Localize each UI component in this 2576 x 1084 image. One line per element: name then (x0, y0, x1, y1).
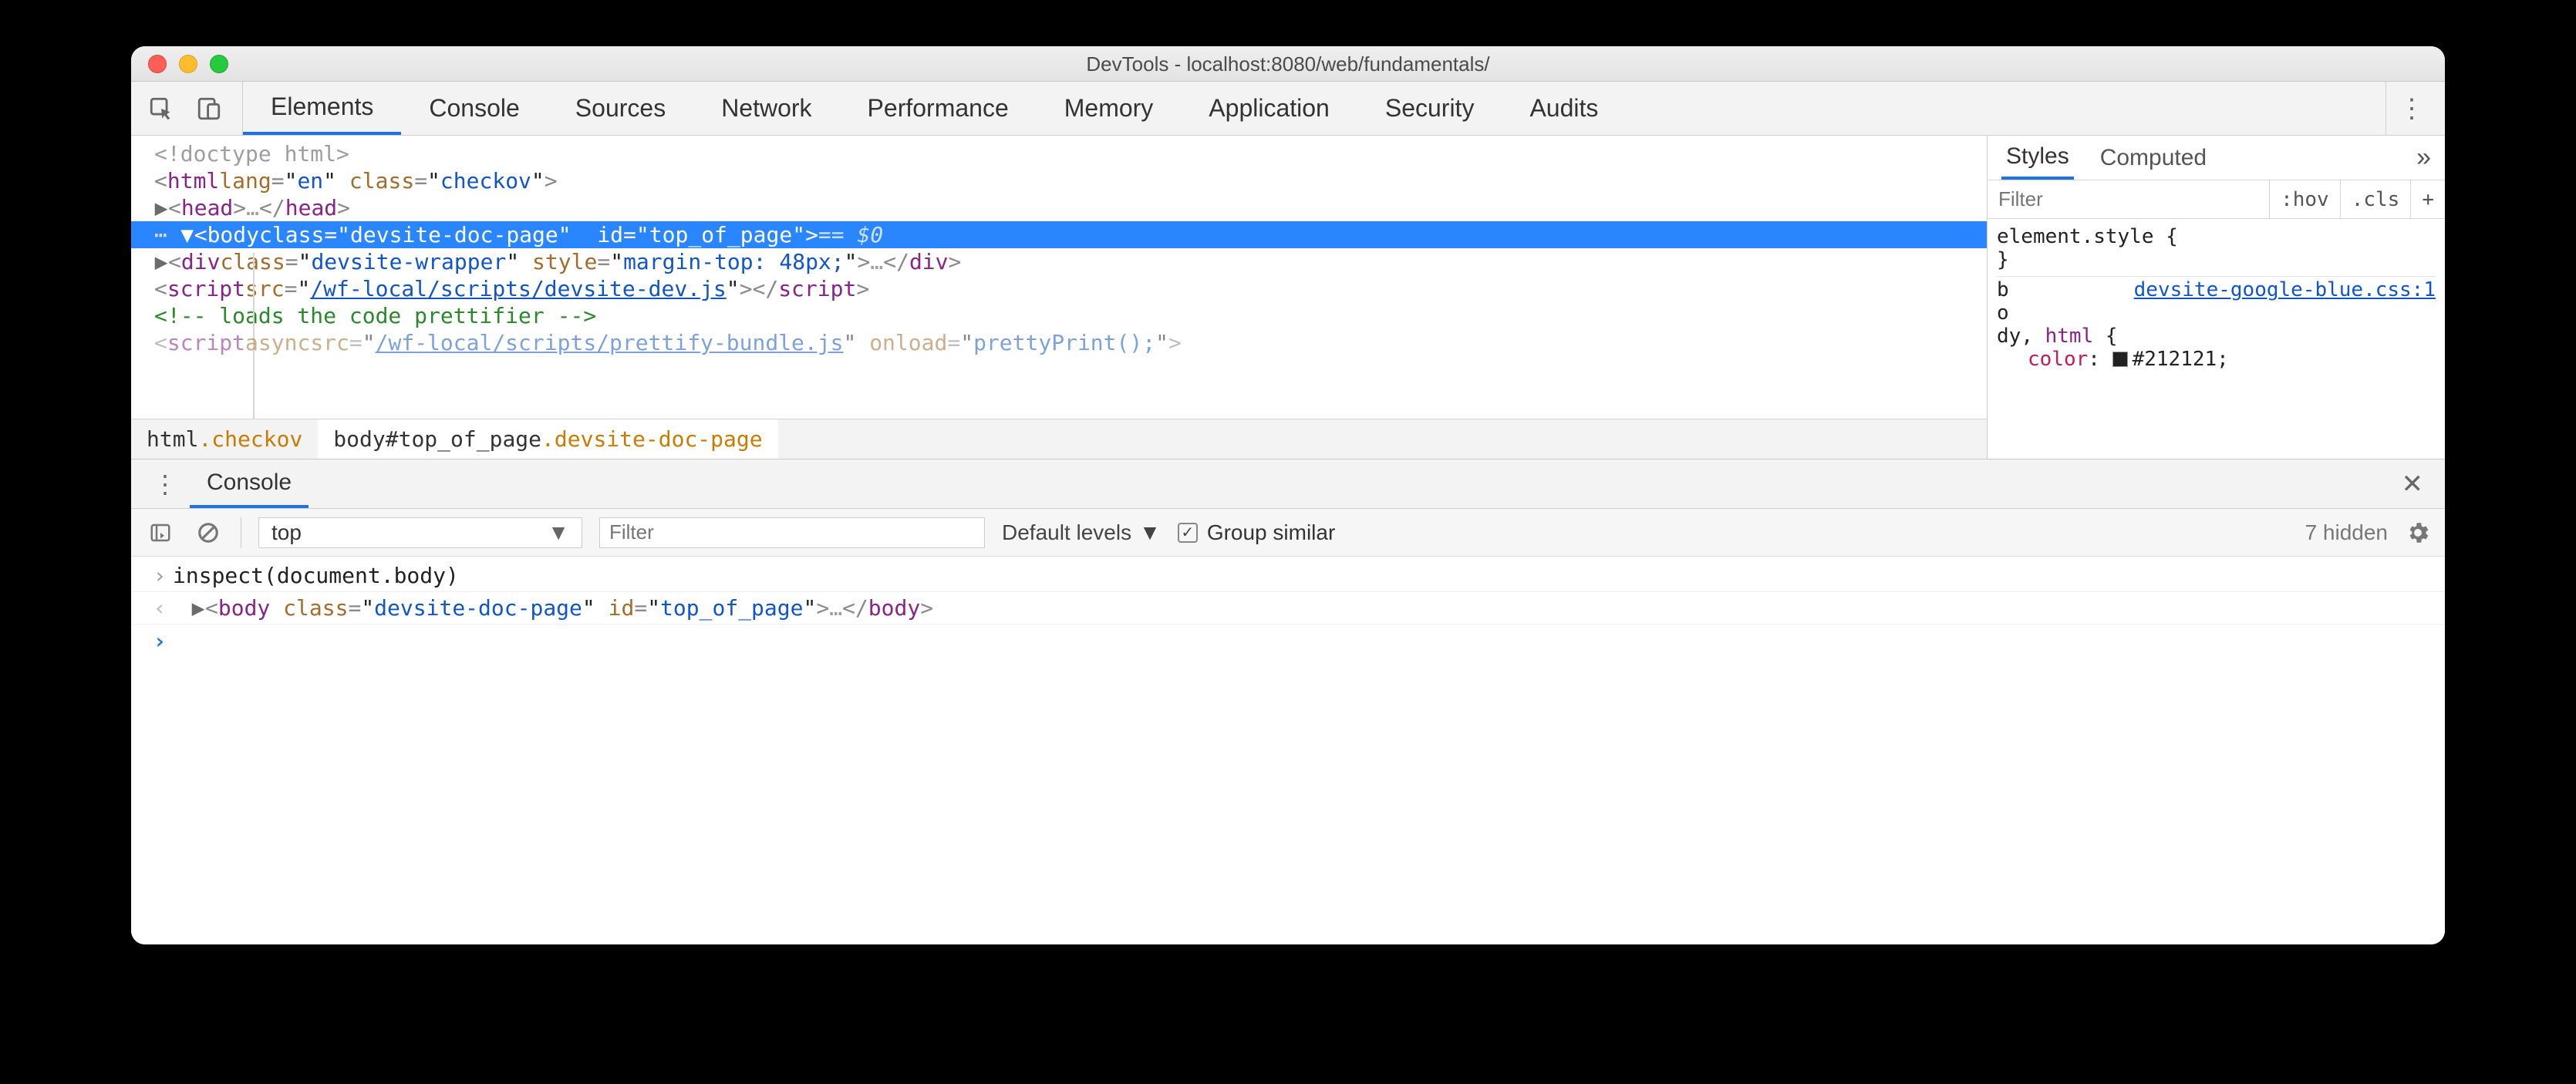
tab-styles[interactable]: Styles (2001, 136, 2074, 180)
tab-console[interactable]: Console (401, 82, 547, 135)
rule-selector: dy, html { (1997, 325, 2436, 348)
tab-sources[interactable]: Sources (548, 82, 693, 135)
tab-label: Audits (1529, 94, 1598, 123)
show-console-sidebar-icon[interactable] (145, 517, 176, 548)
hidden-count[interactable]: 7 hidden (2305, 520, 2388, 545)
tab-label: Performance (868, 94, 1009, 123)
output-chevron-icon: ‹ (147, 595, 173, 621)
elements-panel: <!doctype html> <html lang="en" class="c… (131, 136, 2445, 460)
dom-line-doctype[interactable]: <!doctype html> (147, 140, 1987, 167)
clear-console-icon[interactable] (193, 517, 224, 548)
tab-audits[interactable]: Audits (1502, 82, 1626, 135)
tab-security[interactable]: Security (1357, 82, 1502, 135)
console-output[interactable]: › inspect(document.body) ‹ ▶ <body class… (131, 557, 2445, 944)
group-similar-toggle[interactable]: Group similar (1178, 520, 1335, 545)
add-rule-button[interactable]: + (2410, 180, 2445, 218)
rule-close: } (1997, 248, 2436, 271)
rule-body-html[interactable]: b devsite-google-blue.css:1 o dy, html {… (1997, 277, 2436, 375)
dom-line-head[interactable]: ▶<head>…</head> (147, 194, 1987, 221)
tab-label: Memory (1064, 94, 1154, 123)
tab-label: Sources (575, 94, 666, 123)
drawer-close-icon[interactable]: ✕ (2389, 469, 2436, 500)
rule-header-2: o (1997, 301, 2436, 325)
drawer-tab-console[interactable]: Console (190, 460, 309, 508)
tab-label: Network (721, 94, 811, 123)
styles-filter-input[interactable] (1988, 187, 2269, 211)
checkbox-icon (1178, 523, 1198, 543)
expand-icon[interactable]: ▶ (191, 595, 205, 621)
chevron-down-icon: ▼ (1139, 520, 1161, 545)
context-select[interactable]: top ▼ (258, 517, 582, 548)
dom-line-script1[interactable]: <script src="/wf-local/scripts/devsite-d… (147, 275, 1987, 302)
dom-line-div-wrapper[interactable]: ▶<div class="devsite-wrapper" style="mar… (147, 248, 1987, 275)
prompt-chevron-icon: › (147, 628, 173, 654)
styles-rules: element.style { } b devsite-google-blue.… (1988, 219, 2445, 380)
tab-label: Computed (2100, 145, 2207, 171)
dom-line-comment[interactable]: <!-- loads the code prettifier --> (147, 302, 1987, 329)
levels-select[interactable]: Default levels ▼ (1002, 520, 1161, 545)
crumb-html[interactable]: html.checkov (131, 419, 318, 459)
tab-network[interactable]: Network (693, 82, 839, 135)
hov-toggle[interactable]: :hov (2269, 180, 2340, 218)
devtools-window: DevTools - localhost:8080/web/fundamenta… (131, 46, 2445, 944)
crumb-body[interactable]: body#top_of_page.devsite-doc-page (318, 419, 777, 459)
color-swatch-icon[interactable] (2112, 352, 2128, 367)
more-tabs-icon[interactable]: » (2416, 143, 2431, 173)
tab-elements[interactable]: Elements (243, 82, 401, 135)
console-filter-input[interactable] (599, 517, 985, 548)
tab-performance[interactable]: Performance (840, 82, 1037, 135)
chevron-down-icon: ▼ (548, 520, 569, 545)
tab-application[interactable]: Application (1181, 82, 1357, 135)
console-toolbar: top ▼ Default levels ▼ Group similar 7 h… (131, 509, 2445, 557)
styles-filter-row: :hov .cls + (1988, 180, 2445, 219)
rule-element-style[interactable]: element.style { } (1997, 224, 2436, 277)
input-chevron-icon: › (147, 563, 173, 588)
console-prompt[interactable]: › (131, 624, 2445, 657)
styles-sidebar: Styles Computed » :hov .cls + element.st… (1987, 136, 2445, 459)
group-similar-label: Group similar (1207, 520, 1335, 545)
tab-label: Application (1209, 94, 1330, 123)
tab-memory[interactable]: Memory (1037, 82, 1182, 135)
console-settings-icon[interactable] (2405, 520, 2431, 546)
tab-label: Elements (271, 93, 373, 121)
styles-tabs: Styles Computed » (1988, 136, 2445, 180)
tab-label: Security (1385, 94, 1475, 123)
drawer-menu-icon[interactable]: ⋮ (140, 470, 190, 499)
titlebar: DevTools - localhost:8080/web/fundamenta… (131, 46, 2445, 82)
console-output-line[interactable]: ‹ ▶ <body class="devsite-doc-page" id="t… (131, 592, 2445, 624)
dom-line-body-selected[interactable]: ⋯ ▼<body class="devsite-doc-page" id="to… (131, 221, 1987, 248)
tab-label: Console (429, 94, 519, 123)
console-command: inspect(document.body) (173, 563, 459, 588)
device-toolbar-icon[interactable] (196, 96, 222, 122)
levels-label: Default levels (1002, 520, 1131, 545)
console-drawer: ⋮ Console ✕ top ▼ Default levels (131, 460, 2445, 944)
tab-label: Styles (2006, 143, 2069, 170)
rule-header: b devsite-google-blue.css:1 (1997, 278, 2436, 301)
window-title: DevTools - localhost:8080/web/fundamenta… (131, 52, 2445, 76)
tab-label: Console (207, 470, 292, 496)
inspect-element-icon[interactable] (148, 96, 174, 122)
tab-computed[interactable]: Computed (2096, 136, 2211, 180)
context-value: top (271, 520, 302, 545)
dom-line-html[interactable]: <html lang="en" class="checkov"> (147, 167, 1987, 194)
console-input-line[interactable]: › inspect(document.body) (131, 560, 2445, 592)
kebab-menu-icon[interactable]: ⋮ (2399, 93, 2425, 124)
rule-selector: element.style { (1997, 225, 2436, 248)
cls-toggle[interactable]: .cls (2340, 180, 2411, 218)
dom-line-script2-cut[interactable]: <script async src="/wf-local/scripts/pre… (147, 329, 1987, 356)
main-tabs: Elements Console Sources Network Perform… (131, 82, 2445, 136)
breadcrumb: html.checkov body#top_of_page.devsite-do… (131, 419, 1987, 459)
rule-source-link[interactable]: devsite-google-blue.css:1 (2134, 278, 2436, 301)
dom-tree[interactable]: <!doctype html> <html lang="en" class="c… (131, 136, 1987, 459)
rule-prop[interactable]: color: #212121; (1997, 348, 2436, 371)
drawer-tabs: ⋮ Console ✕ (131, 460, 2445, 509)
